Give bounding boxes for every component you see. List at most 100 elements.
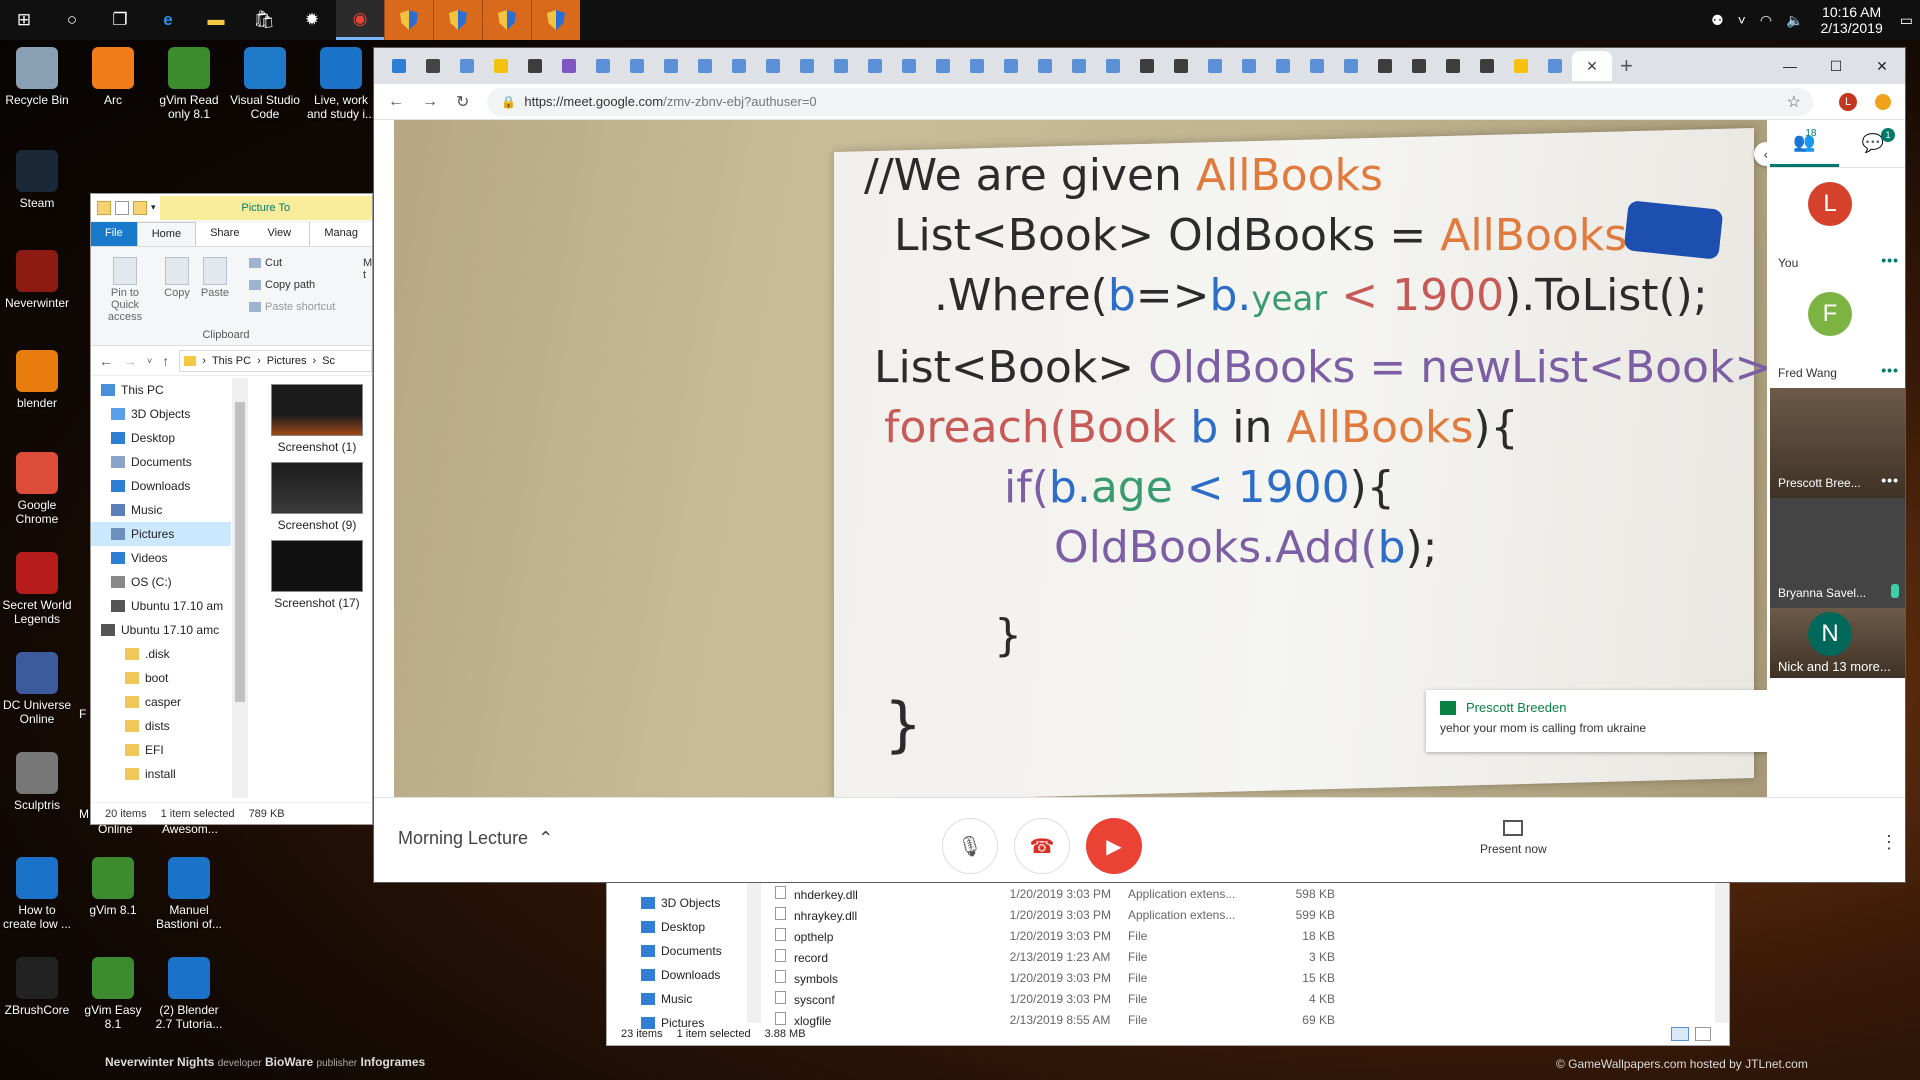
- shield-taskbar-button-4[interactable]: [531, 0, 580, 40]
- tab-share[interactable]: Share: [196, 222, 253, 246]
- meeting-details-button[interactable]: Morning Lecture ⌃: [398, 828, 553, 849]
- browser-tab[interactable]: [688, 51, 722, 81]
- properties-icon[interactable]: [115, 200, 129, 215]
- nav-item[interactable]: Desktop: [91, 426, 231, 450]
- desktop-icon[interactable]: (2) Blender 2.7 Tutoria...: [152, 957, 226, 1031]
- store-taskbar-button[interactable]: 🛍: [240, 0, 288, 40]
- browser-tab[interactable]: [518, 51, 552, 81]
- nav-item[interactable]: Downloads: [627, 963, 747, 987]
- camera-toggle-button[interactable]: ▶: [1086, 818, 1142, 874]
- browser-tab[interactable]: [1436, 51, 1470, 81]
- desktop-icon[interactable]: gVim Read only 8.1: [152, 47, 226, 121]
- picture-tools-tab[interactable]: Picture To: [159, 195, 372, 220]
- browser-tab[interactable]: [1470, 51, 1504, 81]
- chevron-down-icon[interactable]: ˅: [147, 356, 152, 366]
- table-row[interactable]: xlogfile 2/13/2019 8:55 AM File 69 KB: [775, 1009, 1335, 1030]
- browser-tab[interactable]: [484, 51, 518, 81]
- breadcrumb[interactable]: › This PC › Pictures › Sc: [179, 349, 372, 372]
- active-tab[interactable]: ✕: [1572, 51, 1612, 81]
- nav-item[interactable]: This PC: [91, 378, 231, 402]
- desktop-icon[interactable]: Recycle Bin: [0, 47, 74, 107]
- move-to-button[interactable]: Mt: [363, 257, 372, 281]
- browser-tab[interactable]: [1538, 51, 1572, 81]
- star-icon[interactable]: ☆: [1787, 92, 1801, 112]
- new-folder-icon[interactable]: [133, 200, 147, 215]
- desktop-icon[interactable]: Live, work and study i...: [304, 47, 378, 121]
- collapse-panel-button[interactable]: ‹: [1754, 142, 1767, 166]
- more-options-icon[interactable]: •••: [1881, 472, 1899, 488]
- forward-arrow-icon[interactable]: →: [123, 353, 137, 369]
- browser-tab[interactable]: [1266, 51, 1300, 81]
- thumbnail-item[interactable]: Screenshot (9): [267, 462, 367, 540]
- browser-tab[interactable]: [858, 51, 892, 81]
- shield-taskbar-button-3[interactable]: [482, 0, 531, 40]
- pin-to-quick-access-button[interactable]: Pin to Quick access: [97, 257, 153, 323]
- address-bar[interactable]: 🔒 https://meet.google.com/zmv-zbnv-ebj?a…: [487, 87, 1813, 116]
- nav-item[interactable]: .disk: [91, 642, 231, 666]
- large-icons-view-icon[interactable]: [1695, 1027, 1711, 1041]
- reload-icon[interactable]: ↻: [456, 92, 469, 112]
- back-arrow-icon[interactable]: ←: [388, 93, 404, 111]
- browser-tab[interactable]: [926, 51, 960, 81]
- browser-tab[interactable]: [1232, 51, 1266, 81]
- thumbnail-item[interactable]: Screenshot (1): [267, 384, 367, 462]
- desktop-icon[interactable]: Secret World Legends: [0, 552, 74, 626]
- nav-item[interactable]: 3D Objects: [627, 891, 747, 915]
- nav-item[interactable]: Music: [91, 498, 231, 522]
- app-taskbar-button[interactable]: ✹: [288, 0, 336, 40]
- browser-tab[interactable]: [1504, 51, 1538, 81]
- tab-file[interactable]: File: [91, 222, 137, 246]
- details-view-icon[interactable]: [1671, 1027, 1689, 1041]
- tab-chat[interactable]: 💬 1: [1839, 120, 1906, 167]
- nav-item[interactable]: Pictures: [91, 522, 231, 546]
- desktop-icon[interactable]: blender: [0, 350, 74, 410]
- shield-taskbar-button-1[interactable]: [384, 0, 433, 40]
- table-row[interactable]: nhraykey.dll 1/20/2019 3:03 PM Application…: [775, 904, 1335, 925]
- table-row[interactable]: opthelp 1/20/2019 3:03 PM File 18 KB: [775, 925, 1335, 946]
- cut-button[interactable]: Cut: [249, 257, 282, 269]
- task-view-button[interactable]: ❐: [96, 0, 144, 40]
- nav-item[interactable]: dists: [91, 714, 231, 738]
- desktop-icon[interactable]: Arc: [76, 47, 150, 107]
- browser-tab[interactable]: [552, 51, 586, 81]
- tab-manage[interactable]: Manag: [309, 222, 372, 246]
- desktop-icon[interactable]: Sculptris: [0, 752, 74, 812]
- browser-tab[interactable]: [1096, 51, 1130, 81]
- browser-tab[interactable]: [382, 51, 416, 81]
- participant-tile[interactable]: L You •••: [1770, 168, 1905, 278]
- tab-people[interactable]: 👥 18: [1770, 120, 1839, 167]
- microphone-toggle-button[interactable]: 🎙: [942, 818, 998, 874]
- nav-item[interactable]: Ubuntu 17.10 amc: [91, 618, 231, 642]
- browser-tab[interactable]: [756, 51, 790, 81]
- clock[interactable]: 10:16 AM 2/13/2019: [1810, 4, 1892, 36]
- desktop-icon[interactable]: gVim Easy 8.1: [76, 957, 150, 1031]
- nav-item[interactable]: Ubuntu 17.10 am: [91, 594, 231, 618]
- desktop-icon[interactable]: How to create low ...: [0, 857, 74, 931]
- nav-item[interactable]: Videos: [91, 546, 231, 570]
- up-arrow-icon[interactable]: ↑: [162, 353, 169, 369]
- desktop-icon[interactable]: DC Universe Online: [0, 652, 74, 726]
- browser-tab[interactable]: [824, 51, 858, 81]
- minimize-icon[interactable]: —: [1767, 58, 1813, 75]
- browser-tab[interactable]: [1198, 51, 1232, 81]
- file-list-scrollbar[interactable]: [1715, 883, 1729, 1023]
- lock-icon[interactable]: 🔒: [501, 95, 516, 109]
- browser-tab[interactable]: [450, 51, 484, 81]
- maximize-icon[interactable]: ☐: [1813, 58, 1859, 75]
- breadcrumb-this-pc[interactable]: This PC: [212, 355, 251, 367]
- profile-avatar[interactable]: L: [1839, 92, 1857, 111]
- forward-arrow-icon[interactable]: →: [422, 93, 438, 111]
- scrollbar-thumb[interactable]: [235, 402, 245, 702]
- browser-tab[interactable]: [1028, 51, 1062, 81]
- participant-tile[interactable]: Bryanna Savel...: [1770, 498, 1905, 608]
- desktop-icon[interactable]: Visual Studio Code: [228, 47, 302, 121]
- browser-tab[interactable]: [960, 51, 994, 81]
- browser-tab[interactable]: [1164, 51, 1198, 81]
- nav-item[interactable]: Music: [627, 987, 747, 1011]
- close-icon[interactable]: ✕: [1586, 58, 1598, 75]
- new-tab-button[interactable]: +: [1620, 53, 1633, 79]
- participant-tile[interactable]: F Fred Wang •••: [1770, 278, 1905, 388]
- nav-item[interactable]: install: [91, 762, 231, 786]
- browser-tab[interactable]: [892, 51, 926, 81]
- more-options-icon[interactable]: •••: [1881, 252, 1899, 268]
